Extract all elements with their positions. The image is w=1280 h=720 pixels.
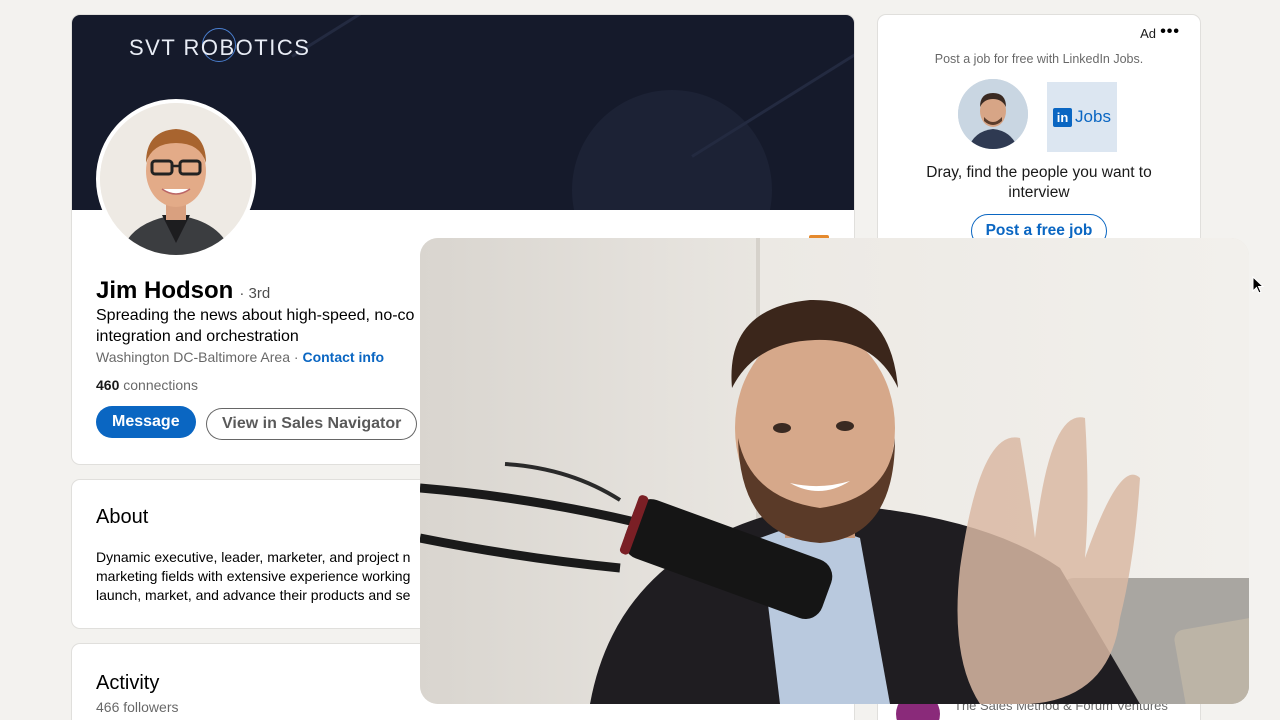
webcam-presenter	[420, 299, 1140, 704]
banner-stripe	[291, 15, 599, 58]
about-line: launch, market, and advance their produc…	[96, 587, 411, 603]
contact-info-link[interactable]: Contact info	[302, 349, 384, 365]
ad-viewer-avatar	[958, 79, 1028, 149]
activity-title: Activity	[96, 672, 160, 694]
linkedin-jobs-logo: in Jobs	[1047, 82, 1117, 152]
profile-location: Washington DC-Baltimore Area ·	[96, 349, 303, 365]
profile-name-row: Jim Hodson · 3rd	[96, 277, 270, 305]
connections-label: connections	[119, 377, 198, 393]
profile-location-row: Washington DC-Baltimore Area · Contact i…	[96, 349, 384, 365]
banner-shape	[572, 90, 772, 210]
ad-more-options-icon[interactable]: •••	[1160, 23, 1180, 41]
profile-name: Jim Hodson	[96, 277, 234, 304]
connections-count: 460	[96, 377, 120, 393]
avatar-photo	[100, 103, 252, 255]
connection-degree: · 3rd	[239, 285, 271, 302]
message-button[interactable]: Message	[96, 406, 196, 438]
about-title: About	[96, 506, 149, 528]
profile-avatar[interactable]	[96, 99, 256, 259]
view-in-sales-navigator-button[interactable]: View in Sales Navigator	[206, 408, 418, 440]
mouse-cursor-icon	[1252, 276, 1264, 294]
about-line: marketing fields with extensive experien…	[96, 568, 411, 584]
ad-label: Ad	[1140, 26, 1156, 41]
profile-connections[interactable]: 460 connections	[96, 377, 198, 393]
banner-company-logo: SVT ROBOTICS	[129, 35, 311, 60]
about-text: Dynamic executive, leader, marketer, and…	[96, 548, 426, 605]
ad-card: Ad ••• Post a job for free with LinkedIn…	[878, 15, 1200, 255]
jobs-wordmark: Jobs	[1075, 107, 1111, 126]
ad-headline: Dray, find the people you want to interv…	[926, 164, 1152, 201]
about-line: Dynamic executive, leader, marketer, and…	[96, 549, 411, 565]
profile-headline: Spreading the news about high-speed, no-…	[96, 307, 415, 345]
ad-avatar-photo	[958, 79, 1028, 149]
ad-tagline: Post a job for free with LinkedIn Jobs.	[934, 52, 1144, 66]
linkedin-in-icon: in	[1053, 107, 1073, 127]
activity-followers[interactable]: 466 followers	[96, 699, 179, 715]
webcam-overlay	[420, 238, 1249, 704]
